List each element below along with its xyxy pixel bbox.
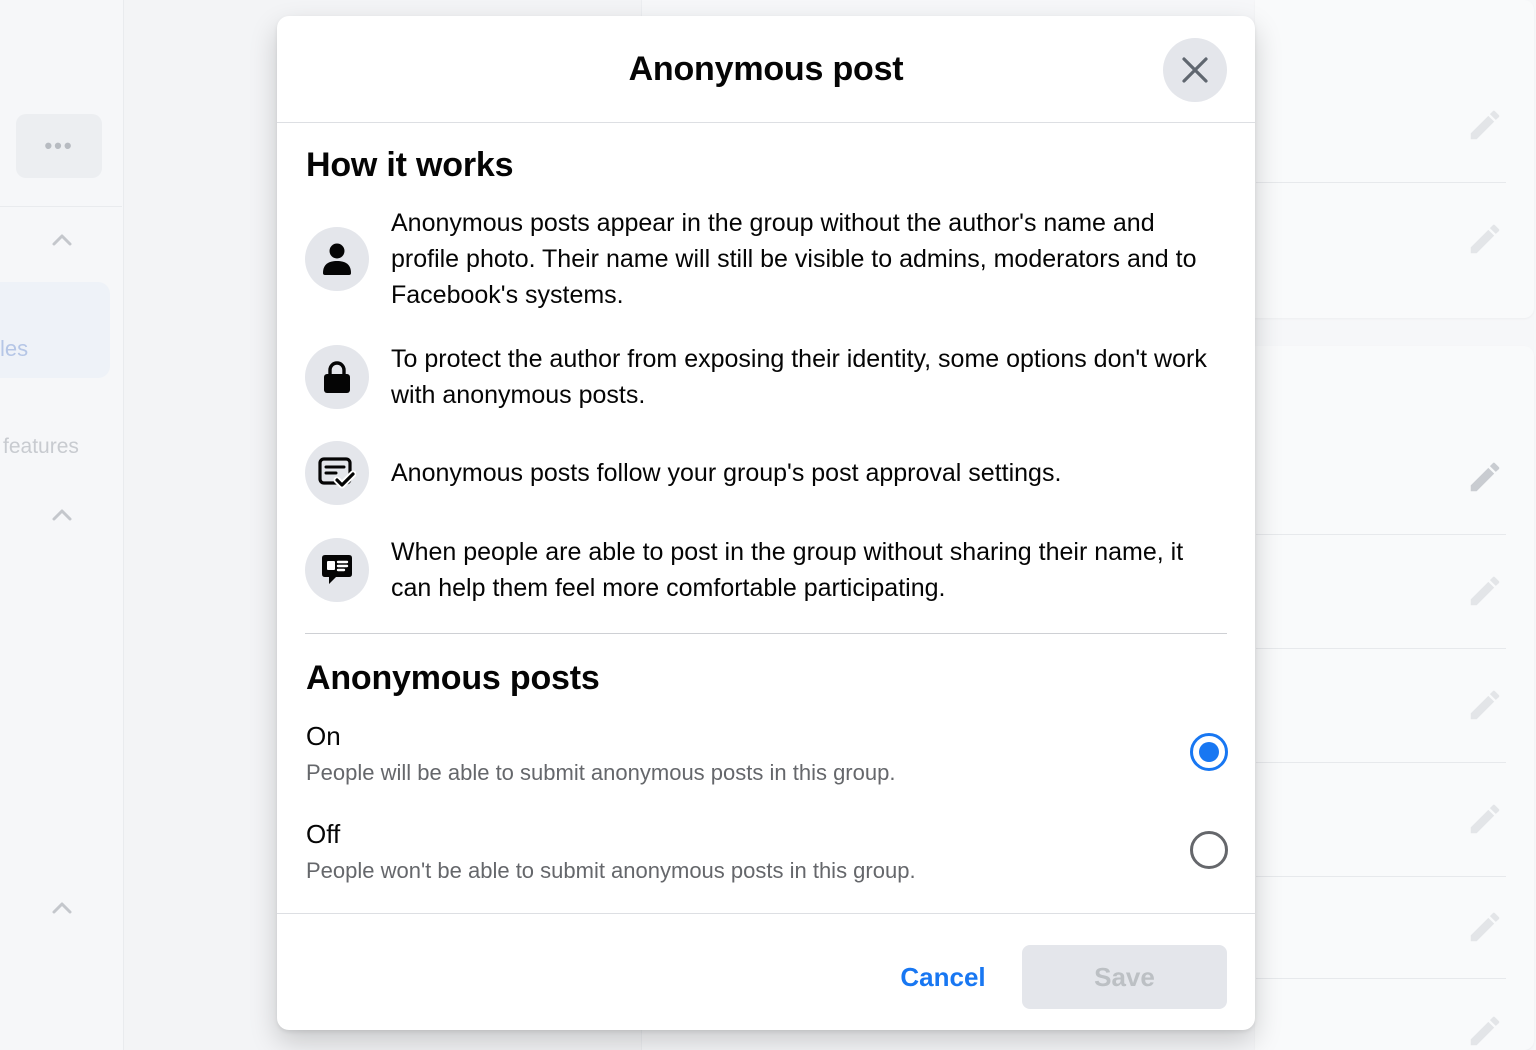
lock-icon [305, 345, 369, 409]
close-icon [1182, 57, 1208, 83]
pencil-icon[interactable] [1466, 686, 1504, 724]
pencil-icon[interactable] [1466, 908, 1504, 946]
chevron-up-icon[interactable] [50, 898, 74, 918]
sidebar-item-selected[interactable] [0, 282, 110, 378]
sidebar-section-label: features [3, 435, 79, 458]
row-divider [1256, 762, 1506, 763]
comment-icon [305, 538, 369, 602]
pencil-icon[interactable] [1466, 220, 1504, 258]
anonymous-post-dialog: Anonymous post How it works Anonymous po… [277, 16, 1255, 1030]
option-off-label[interactable]: Off [306, 819, 340, 850]
option-on-label[interactable]: On [306, 721, 341, 752]
option-on-description: People will be able to submit anonymous … [306, 760, 896, 785]
pencil-icon[interactable] [1466, 800, 1504, 838]
pencil-icon[interactable] [1466, 572, 1504, 610]
row-divider [1256, 978, 1506, 979]
pencil-icon[interactable] [1466, 458, 1504, 496]
post-approval-icon [305, 441, 369, 505]
option-on-radio[interactable] [1190, 733, 1228, 771]
pencil-icon[interactable] [1466, 1012, 1504, 1050]
chevron-up-icon[interactable] [50, 230, 74, 250]
option-off-description: People won't be able to submit anonymous… [306, 858, 916, 883]
person-icon [305, 227, 369, 291]
sidebar-divider [0, 206, 122, 207]
footer-divider [277, 913, 1255, 914]
save-button[interactable]: Save [1022, 945, 1227, 1009]
close-button[interactable] [1163, 38, 1227, 102]
how-it-works-heading: How it works [306, 146, 514, 184]
background-card [1255, 0, 1534, 318]
dialog-header: Anonymous post [277, 16, 1255, 123]
chevron-up-icon[interactable] [50, 505, 74, 525]
section-divider [305, 633, 1227, 634]
sidebar-item-label: les [0, 336, 29, 361]
info-text-options-restricted: To protect the author from exposing thei… [391, 345, 1207, 409]
row-divider [1256, 182, 1506, 183]
anonymous-posts-heading: Anonymous posts [306, 659, 600, 697]
info-text-author-hidden: Anonymous posts appear in the group with… [391, 209, 1197, 309]
option-off-radio[interactable] [1190, 831, 1228, 869]
cancel-button[interactable]: Cancel [883, 946, 1003, 1008]
row-divider [1256, 648, 1506, 649]
pencil-icon[interactable] [1466, 106, 1504, 144]
info-text-approval-settings: Anonymous posts follow your group's post… [391, 459, 1062, 487]
dialog-title: Anonymous post [628, 50, 904, 88]
row-divider [1256, 876, 1506, 877]
info-text-comfort: When people are able to post in the grou… [391, 538, 1184, 602]
row-divider [1256, 534, 1506, 535]
more-options-button[interactable]: ••• [16, 114, 102, 178]
